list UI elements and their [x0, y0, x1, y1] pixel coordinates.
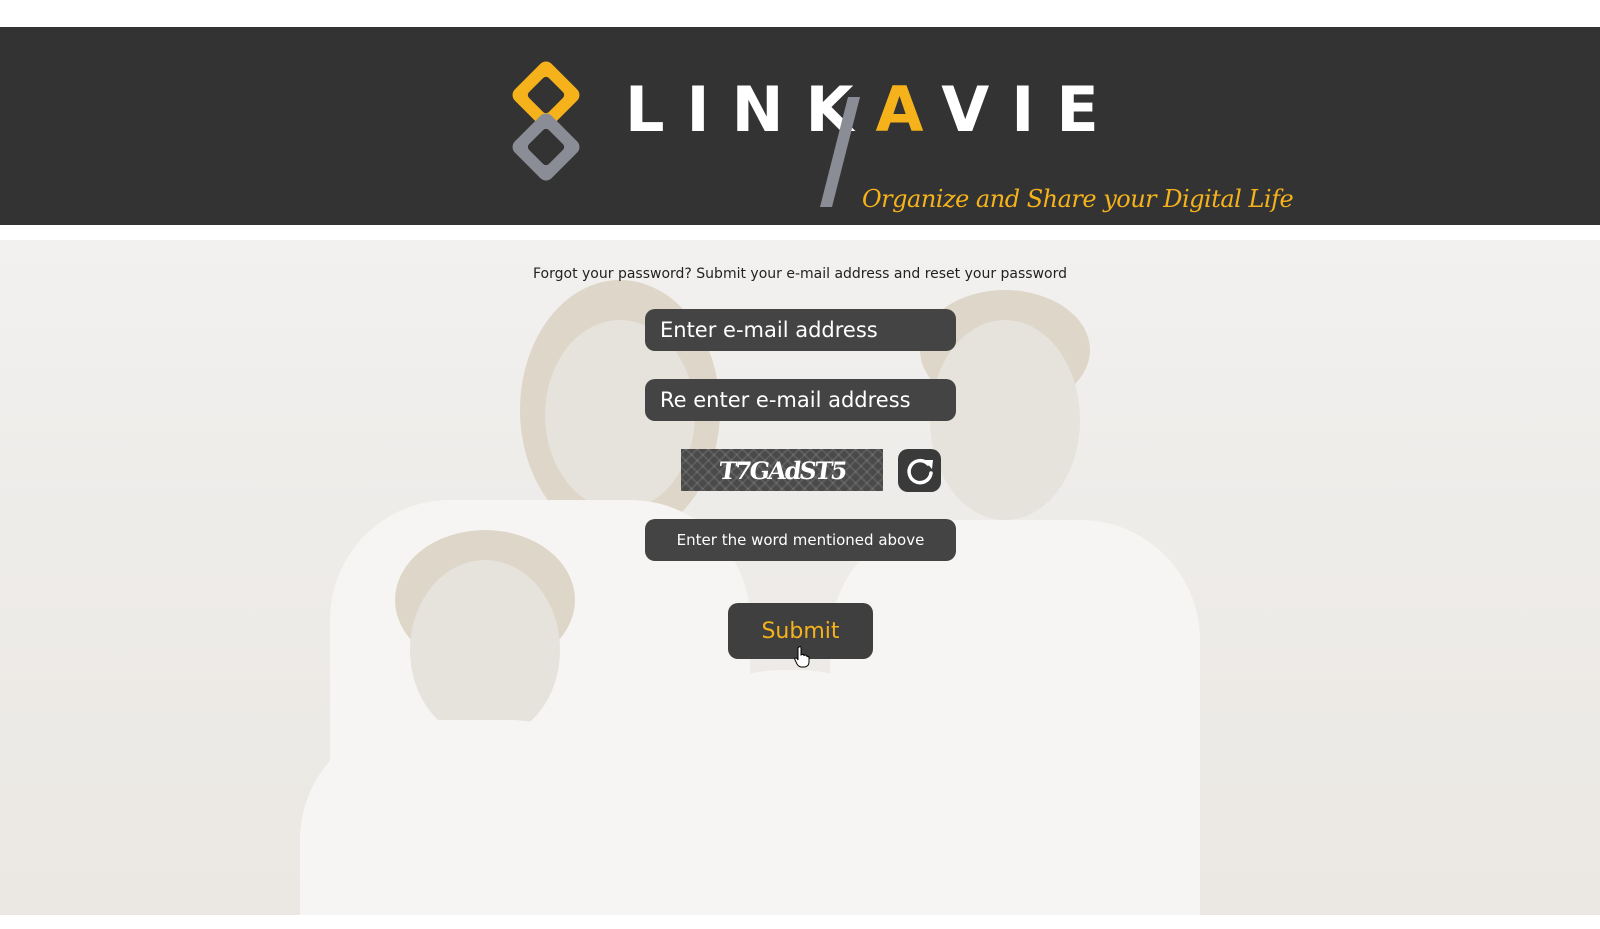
reenter-email-field[interactable] [645, 379, 956, 421]
email-field[interactable] [645, 309, 956, 351]
logo-tagline: Organize and Share your Digital Life [862, 185, 1294, 213]
top-strip [0, 0, 1600, 27]
hand-pointer-cursor-icon [794, 646, 810, 668]
site-header: LINKAVIE Organize and Share your Digital… [0, 27, 1600, 225]
captcha-input[interactable] [645, 519, 956, 561]
logo[interactable]: LINKAVIE Organize and Share your Digital… [510, 57, 1294, 217]
header-spacer [0, 225, 1600, 240]
captcha-text: T7GAdST5 [716, 455, 848, 485]
instruction-text: Forgot your password? Submit your e-mail… [533, 266, 1067, 282]
logo-accent-letter: A [875, 73, 942, 146]
linkavie-logo-mark-icon [512, 61, 580, 181]
refresh-icon [906, 458, 933, 484]
captcha-image: T7GAdST5 [681, 449, 883, 491]
refresh-captcha-button[interactable] [898, 449, 941, 492]
